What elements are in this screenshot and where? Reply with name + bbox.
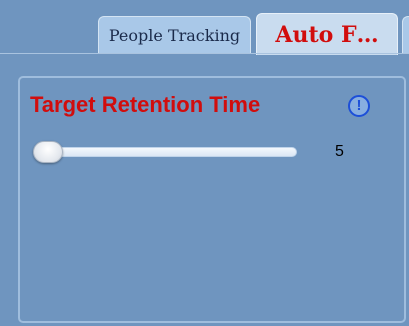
info-icon[interactable]: ! — [348, 95, 370, 117]
section-title: Target Retention Time — [30, 92, 261, 117]
slider-track[interactable] — [33, 147, 297, 157]
slider-value: 5 — [335, 143, 344, 160]
slider-thumb[interactable] — [33, 141, 63, 163]
tab-label: People Tracking — [108, 26, 241, 45]
tab-people-tracking[interactable]: People Tracking — [98, 16, 251, 54]
tab-overflow[interactable] — [402, 16, 409, 54]
retention-time-slider[interactable] — [33, 140, 297, 164]
tab-label: Auto F… — [275, 21, 379, 48]
tab-divider — [0, 53, 409, 54]
tab-auto-f[interactable]: Auto F… — [256, 13, 398, 55]
tab-bar: People Tracking Auto F… — [0, 0, 409, 56]
